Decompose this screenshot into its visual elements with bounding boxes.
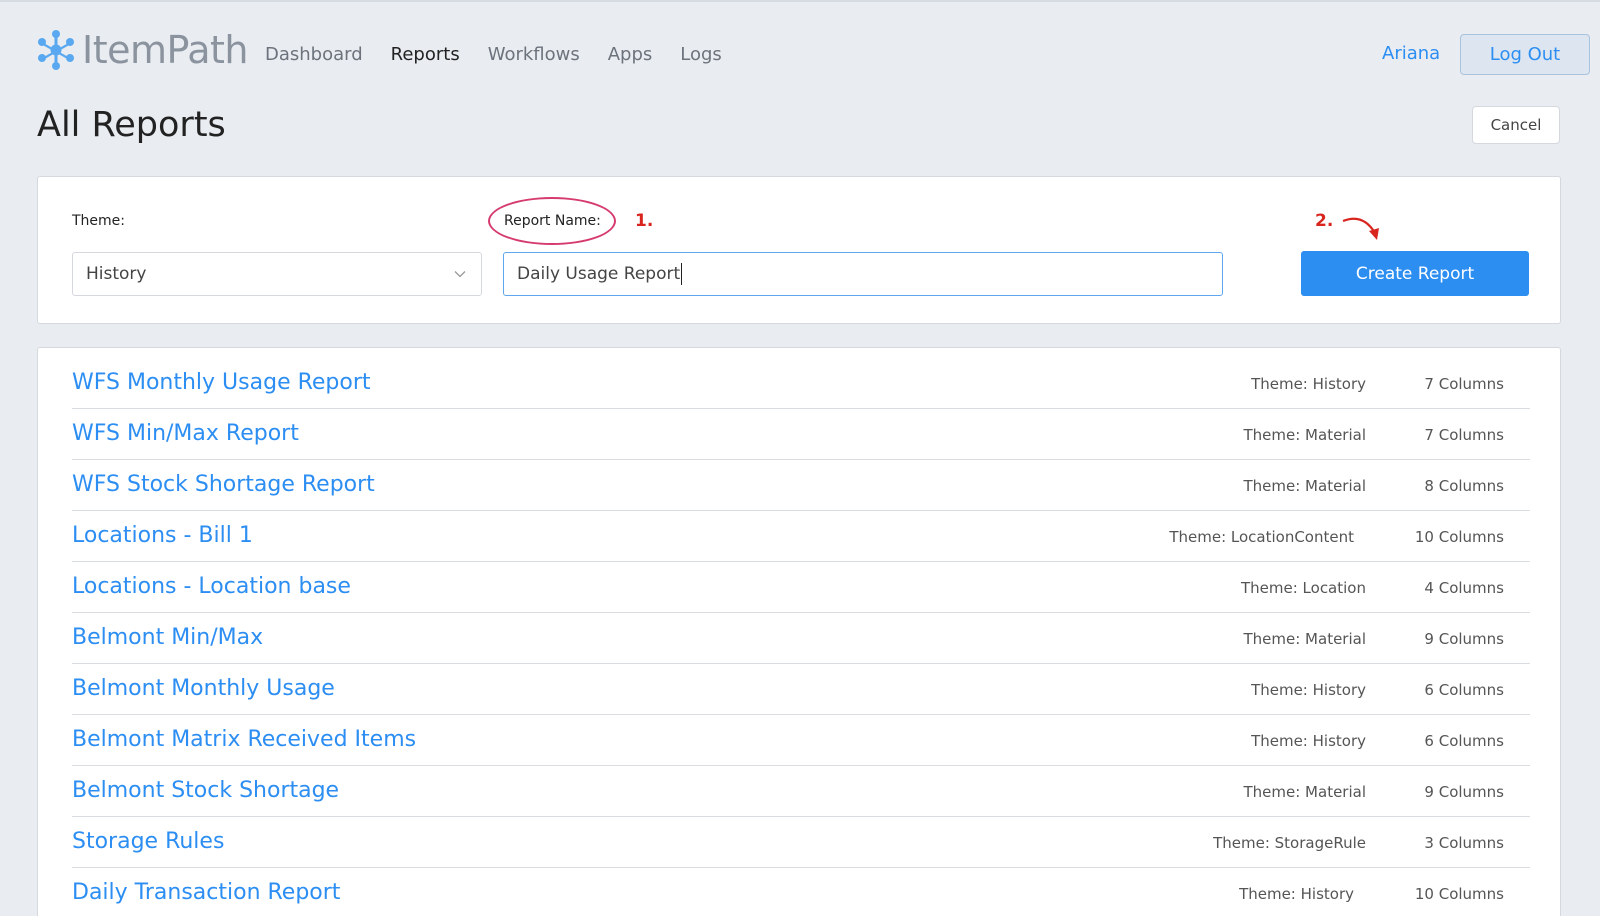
report-row: Belmont Min/Max Theme: Material 9 Column… xyxy=(72,613,1530,664)
report-link[interactable]: Daily Transaction Report xyxy=(72,880,340,905)
report-theme: Theme: Material xyxy=(1243,630,1367,648)
nav-workflows[interactable]: Workflows xyxy=(488,44,580,65)
report-theme: Theme: Material xyxy=(1243,783,1367,801)
main-nav: Dashboard Reports Workflows Apps Logs xyxy=(265,44,750,65)
report-row: Locations - Location base Theme: Locatio… xyxy=(72,562,1530,613)
report-theme: Theme: History xyxy=(1251,375,1366,393)
theme-select[interactable]: History xyxy=(72,252,482,296)
new-report-form: Theme: Report Name: 1. 2. History Daily … xyxy=(37,176,1561,324)
report-theme: Theme: Material xyxy=(1243,426,1367,444)
logout-button[interactable]: Log Out xyxy=(1460,34,1590,75)
report-link[interactable]: Locations - Bill 1 xyxy=(72,523,253,548)
report-columns: 10 Columns xyxy=(1414,528,1504,546)
report-link[interactable]: Storage Rules xyxy=(72,829,224,854)
theme-select-value: History xyxy=(86,264,147,284)
report-columns: 9 Columns xyxy=(1424,783,1504,801)
report-columns: 6 Columns xyxy=(1424,681,1504,699)
report-link[interactable]: Belmont Stock Shortage xyxy=(72,778,339,803)
nav-logs[interactable]: Logs xyxy=(680,44,722,65)
report-theme: Theme: Material xyxy=(1243,477,1367,495)
report-row: Belmont Matrix Received Items Theme: His… xyxy=(72,715,1530,766)
report-theme: Theme: History xyxy=(1251,732,1366,750)
report-columns: 10 Columns xyxy=(1414,885,1504,903)
report-link[interactable]: Belmont Monthly Usage xyxy=(72,676,335,701)
report-columns: 6 Columns xyxy=(1424,732,1504,750)
report-row: Locations - Bill 1 Theme: LocationConten… xyxy=(72,511,1530,562)
nav-apps[interactable]: Apps xyxy=(608,44,653,65)
report-row: WFS Min/Max Report Theme: Material 7 Col… xyxy=(72,409,1530,460)
app-name: ItemPath xyxy=(82,28,248,72)
report-theme: Theme: History xyxy=(1239,885,1354,903)
report-theme: Theme: StorageRule xyxy=(1213,834,1366,852)
report-link[interactable]: Belmont Matrix Received Items xyxy=(72,727,416,752)
app-logo[interactable]: ItemPath xyxy=(36,28,248,72)
report-theme: Theme: Location xyxy=(1240,579,1366,597)
report-columns: 8 Columns xyxy=(1424,477,1504,495)
report-row: Storage Rules Theme: StorageRule 3 Colum… xyxy=(72,817,1530,868)
report-link[interactable]: WFS Stock Shortage Report xyxy=(72,472,375,497)
report-columns: 7 Columns xyxy=(1424,426,1504,444)
theme-label: Theme: xyxy=(72,213,126,229)
report-columns: 7 Columns xyxy=(1424,375,1504,393)
report-columns: 4 Columns xyxy=(1424,579,1504,597)
annotation-step-1: 1. xyxy=(635,211,654,231)
report-theme: Theme: History xyxy=(1251,681,1366,699)
report-link[interactable]: Locations - Location base xyxy=(72,574,351,599)
report-link[interactable]: WFS Min/Max Report xyxy=(72,421,299,446)
top-border xyxy=(0,0,1600,2)
report-row: WFS Stock Shortage Report Theme: Materia… xyxy=(72,460,1530,511)
report-row: Belmont Stock Shortage Theme: Material 9… xyxy=(72,766,1530,817)
report-row: WFS Monthly Usage Report Theme: History … xyxy=(72,358,1530,409)
report-name-value: Daily Usage Report xyxy=(517,264,681,284)
reports-list: WFS Monthly Usage Report Theme: History … xyxy=(37,347,1561,916)
nav-dashboard[interactable]: Dashboard xyxy=(265,44,363,65)
report-link[interactable]: Belmont Min/Max xyxy=(72,625,263,650)
create-report-button[interactable]: Create Report xyxy=(1301,251,1529,296)
report-theme: Theme: LocationContent xyxy=(1169,528,1354,546)
page-title: All Reports xyxy=(37,105,226,145)
report-name-label: Report Name: xyxy=(504,213,601,229)
annotation-step-2: 2. xyxy=(1315,211,1334,231)
report-columns: 9 Columns xyxy=(1424,630,1504,648)
report-columns: 3 Columns xyxy=(1424,834,1504,852)
chevron-down-icon xyxy=(454,271,466,278)
report-name-input[interactable]: Daily Usage Report xyxy=(503,252,1223,296)
text-caret xyxy=(681,263,683,285)
report-link[interactable]: WFS Monthly Usage Report xyxy=(72,370,371,395)
annotation-arrow-icon xyxy=(1342,217,1379,240)
user-name-link[interactable]: Ariana xyxy=(1382,43,1440,64)
nav-reports[interactable]: Reports xyxy=(391,44,460,65)
report-row: Daily Transaction Report Theme: History … xyxy=(72,868,1530,916)
cancel-button[interactable]: Cancel xyxy=(1472,106,1560,144)
report-row: Belmont Monthly Usage Theme: History 6 C… xyxy=(72,664,1530,715)
itempath-logo-icon xyxy=(38,30,74,70)
